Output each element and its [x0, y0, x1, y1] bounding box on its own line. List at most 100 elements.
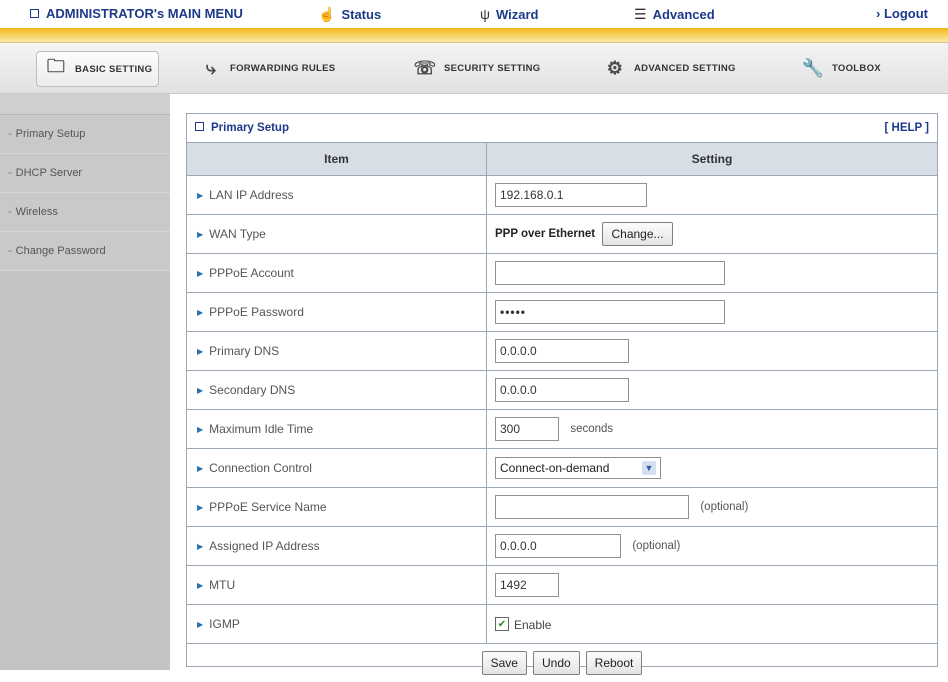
sidebar-item-label: DHCP Server [15, 167, 83, 179]
wizard-icon: ψ [480, 6, 490, 22]
row-label: ▶ Assigned IP Address [187, 526, 487, 566]
mtu-input[interactable] [495, 573, 559, 597]
sidebar-item-label: Wireless [15, 206, 58, 218]
triangle-bullet-icon: ▶ [197, 581, 204, 590]
triangle-bullet-icon: ▶ [197, 347, 204, 356]
row-label: ▶ PPPoE Service Name [187, 487, 487, 527]
square-bullet-icon [30, 9, 39, 18]
table-row: ▶ LAN IP Address [187, 175, 937, 215]
pppoe-account-input[interactable] [495, 261, 725, 285]
triangle-bullet-icon: ▶ [197, 386, 204, 395]
triangle-bullet-icon: ▶ [197, 464, 204, 473]
table-row: ▶ PPPoE Service Name (optional) [187, 487, 937, 527]
sidebar-top-strip [0, 94, 170, 115]
tab-forwarding-rules[interactable]: ⤷ FORWARDING RULES [198, 51, 335, 85]
forwarding-icon: ⤷ [205, 57, 217, 78]
pppoe-password-input[interactable] [495, 300, 725, 324]
row-label: ▶ IGMP [187, 604, 487, 644]
triangle-bullet-icon: ▶ [197, 542, 204, 551]
tab-toolbox[interactable]: 🔧 TOOLBOX [800, 51, 881, 85]
row-label: ▶ MTU [187, 565, 487, 605]
admin-main-menu-link[interactable]: ADMINISTRATOR's MAIN MENU [30, 6, 243, 21]
secondary-dns-input[interactable] [495, 378, 629, 402]
logout-link[interactable]: › Logout [876, 6, 928, 21]
optional-note: (optional) [700, 501, 749, 513]
idle-time-unit: seconds [570, 423, 614, 435]
sidebar-item-label: Change Password [15, 245, 106, 257]
square-bullet-icon [195, 122, 204, 131]
wan-type-value: PPP over Ethernet [495, 228, 596, 240]
primary-dns-input[interactable] [495, 339, 629, 363]
advanced-setting-icon: ⚙ [606, 57, 624, 78]
triangle-bullet-icon: ▶ [197, 191, 204, 200]
settings-tab-bar: 🗀 BASIC SETTING ⤷ FORWARDING RULES ☏ SEC… [0, 43, 948, 94]
row-label: ▶ WAN Type [187, 214, 487, 254]
left-sidebar: - Primary Setup - DHCP Server - Wireless -C… [0, 94, 170, 670]
triangle-bullet-icon: ▶ [197, 503, 204, 512]
row-label: ▶ Connection Control [187, 448, 487, 488]
sidebar-item-label: Primary Setup [15, 128, 86, 140]
advanced-link[interactable]: ☰ Advanced [634, 6, 715, 23]
tab-security-setting[interactable]: ☏ SECURITY SETTING [412, 51, 541, 85]
tab-forwarding-rules-label: FORWARDING RULES [230, 62, 336, 74]
max-idle-time-input[interactable] [495, 417, 559, 441]
action-buttons: Save Undo Reboot [187, 644, 937, 682]
row-label: ▶ Secondary DNS [187, 370, 487, 410]
security-icon: ☏ [413, 57, 437, 78]
triangle-bullet-icon: ▶ [197, 620, 204, 629]
admin-main-menu-label: ADMINISTRATOR's MAIN MENU [46, 6, 243, 21]
undo-button[interactable]: Undo [532, 651, 580, 675]
tab-advanced-setting[interactable]: ⚙ ADVANCED SETTING [602, 51, 736, 85]
connection-control-value: Connect-on-demand [500, 461, 610, 475]
advanced-label: Advanced [652, 7, 715, 22]
status-link[interactable]: ☝ Status [318, 6, 381, 23]
tab-toolbox-label: TOOLBOX [832, 62, 881, 74]
triangle-bullet-icon: ▶ [197, 269, 204, 278]
logout-label: › Logout [876, 6, 928, 21]
reboot-button[interactable]: Reboot [585, 651, 643, 675]
igmp-enable-checkbox[interactable]: ✔ [495, 617, 509, 632]
table-row: ▶ PPPoE Password [187, 292, 937, 332]
lan-ip-input[interactable] [495, 183, 647, 207]
row-label: ▶ LAN IP Address [187, 175, 487, 215]
table-row: ▶ Primary DNS [187, 331, 937, 371]
table-row: ▶Maximum Idle Time seconds [187, 409, 937, 449]
column-header-setting: Setting [486, 143, 937, 176]
table-row: ▶ IGMP ✔ Enable [187, 604, 937, 644]
panel-header: Primary Setup [ HELP ] [187, 114, 937, 143]
triangle-bullet-icon: ▶ [197, 230, 204, 239]
optional-note: (optional) [632, 540, 681, 552]
sidebar-item-change-password[interactable]: - Change Password [0, 232, 170, 271]
sidebar-item-dhcp-server[interactable]: - DHCP Server [0, 154, 170, 193]
chevron-down-icon: ▼ [642, 461, 656, 475]
triangle-bullet-icon: ▶ [197, 308, 204, 317]
table-row: ▶ MTU [187, 565, 937, 605]
help-link[interactable]: [ HELP ] [884, 122, 929, 134]
row-label: ▶ Primary DNS [187, 331, 487, 371]
gold-divider [0, 28, 948, 43]
advanced-icon: ☰ [634, 6, 647, 22]
column-header-item: Item [187, 143, 487, 176]
panel-title: Primary Setup [195, 122, 289, 134]
change-wan-type-button[interactable]: Change... [602, 222, 673, 246]
table-row: ▶ WAN Type PPP over Ethernet Change... [187, 214, 937, 254]
row-label: ▶ PPPoE Account [187, 253, 487, 293]
status-icon: ☝ [318, 6, 336, 22]
sidebar-item-wireless[interactable]: - Wireless [0, 193, 170, 232]
wizard-link[interactable]: ψ Wizard [480, 6, 538, 22]
table-row: ▶Assigned IP Address (optional) [187, 526, 937, 566]
tab-security-setting-label: SECURITY SETTING [444, 62, 541, 74]
sidebar-item-primary-setup[interactable]: - Primary Setup [0, 115, 170, 154]
igmp-enable-label: Enable [514, 617, 552, 632]
triangle-bullet-icon: ▶ [197, 425, 204, 434]
wizard-label: Wizard [495, 6, 539, 22]
settings-table: Item Setting ▶LAN IP Address ▶WAN Type P… [187, 143, 937, 644]
tab-basic-setting[interactable]: 🗀 BASIC SETTING [36, 51, 160, 87]
tab-basic-setting-label: BASIC SETTING [75, 63, 153, 75]
assigned-ip-input[interactable] [495, 534, 621, 558]
toolbox-icon: 🔧 [801, 57, 825, 78]
connection-control-select[interactable]: Connect-on-demand ▼ [495, 457, 661, 479]
table-row: ▶ PPPoE Account [187, 253, 937, 293]
pppoe-service-name-input[interactable] [495, 495, 689, 519]
save-button[interactable]: Save [481, 651, 527, 675]
